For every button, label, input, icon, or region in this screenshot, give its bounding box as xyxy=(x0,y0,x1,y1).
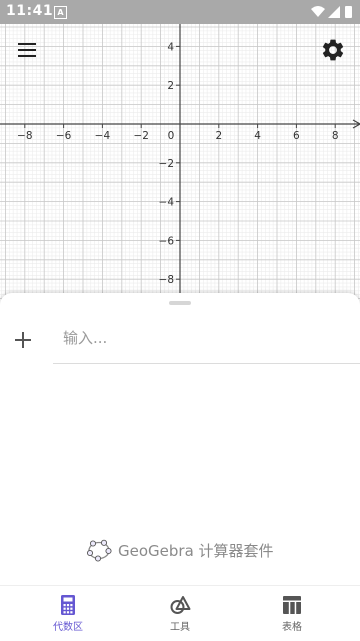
y-tick-label: −6 xyxy=(159,235,175,247)
algebra-panel: GeoGebra 计算器套件 xyxy=(0,293,360,585)
y-tick-label: −8 xyxy=(159,274,174,286)
status-bar: 11:41 A xyxy=(0,0,360,24)
shapes-tools-icon xyxy=(170,596,191,614)
settings-button[interactable] xyxy=(320,37,346,63)
y-tick-label: −4 xyxy=(159,197,175,209)
battery-icon xyxy=(345,6,352,18)
nav-algebra-label: 代数区 xyxy=(53,622,83,633)
y-tick-label: −2 xyxy=(159,158,174,170)
branding-text: GeoGebra 计算器套件 xyxy=(118,541,274,560)
y-tick-label: 4 xyxy=(167,41,174,53)
drag-handle[interactable] xyxy=(169,301,191,305)
algebra-input-row xyxy=(53,313,360,364)
y-tick-label: 2 xyxy=(167,80,174,92)
add-item-button[interactable] xyxy=(12,329,34,351)
x-tick-label: 8 xyxy=(332,130,339,142)
table-icon xyxy=(283,596,301,614)
notification-indicator: A xyxy=(54,6,67,19)
signal-icon xyxy=(328,6,340,18)
x-tick-label: 4 xyxy=(254,130,261,142)
nav-algebra[interactable]: 代数区 xyxy=(28,594,108,633)
nav-tools-label: 工具 xyxy=(170,622,190,633)
x-tick-label: −4 xyxy=(95,130,111,142)
x-tick-label: −8 xyxy=(17,130,32,142)
nav-table[interactable]: 表格 xyxy=(252,594,332,633)
graphing-view[interactable]: −8 −6 −4 −2 0 2 4 6 8 4 2 −2 −4 −6 −8 xyxy=(0,0,360,300)
geogebra-logo-icon xyxy=(86,539,112,562)
x-tick-label: 6 xyxy=(293,130,300,142)
bottom-navigation: 代数区 工具 表格 xyxy=(0,585,360,641)
algebra-input[interactable] xyxy=(63,327,343,349)
x-tick-label: 0 xyxy=(168,130,175,142)
calculator-icon xyxy=(61,595,75,615)
coordinate-grid[interactable]: −8 −6 −4 −2 0 2 4 6 8 4 2 −2 −4 −6 −8 xyxy=(0,0,360,300)
nav-tools[interactable]: 工具 xyxy=(140,594,220,633)
gear-icon xyxy=(322,39,344,61)
plus-icon xyxy=(15,332,31,348)
hamburger-menu-icon xyxy=(18,43,36,57)
x-tick-label: −6 xyxy=(56,130,72,142)
status-icons xyxy=(310,4,354,24)
status-time: 11:41 xyxy=(6,3,54,19)
nav-table-label: 表格 xyxy=(282,622,302,633)
wifi-icon xyxy=(311,6,325,17)
x-tick-label: −2 xyxy=(133,130,148,142)
branding: GeoGebra 计算器套件 xyxy=(86,537,274,563)
x-tick-label: 2 xyxy=(215,130,222,142)
menu-button[interactable] xyxy=(14,38,40,62)
